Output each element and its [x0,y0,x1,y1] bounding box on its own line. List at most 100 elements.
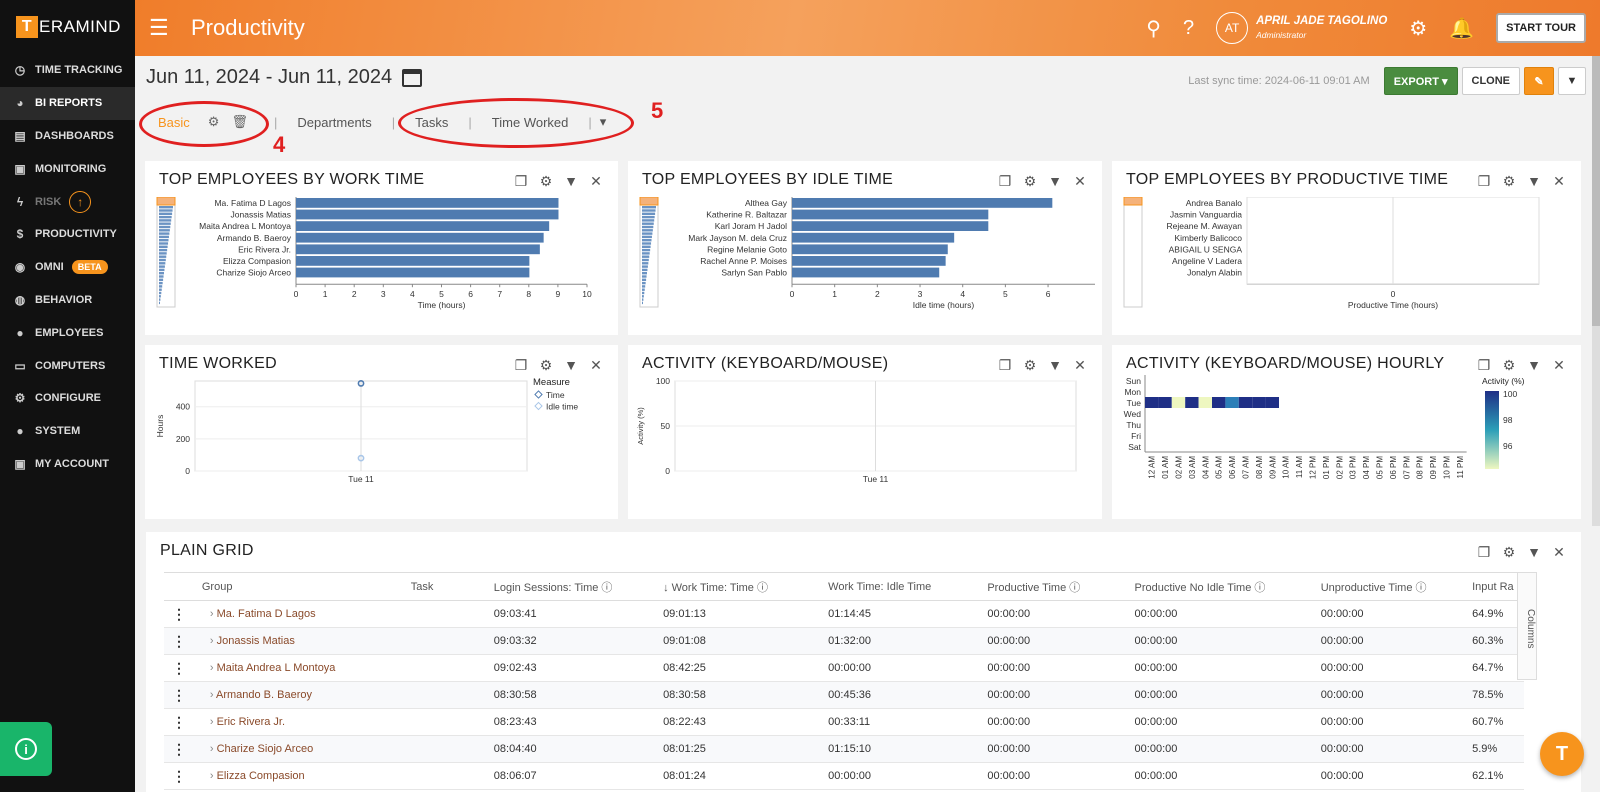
date-range[interactable]: Jun 11, 2024 - Jun 11, 2024 [146,66,423,89]
chart-scroller-handle[interactable] [156,197,176,206]
row-menu-kebab-icon[interactable]: ⋮ [172,741,186,757]
close-icon[interactable]: ✕ [588,173,604,190]
close-icon[interactable]: ✕ [1551,544,1567,561]
row-menu-kebab-icon[interactable]: ⋮ [172,768,186,784]
column-header[interactable]: Input Ra [1464,572,1524,601]
bar[interactable] [296,198,559,208]
sidebar-item-system[interactable]: ● SYSTEM [0,415,135,448]
copy-icon[interactable]: ❐ [1476,544,1492,561]
column-header[interactable]: Task [402,572,486,601]
sidebar-item-dashboards[interactable]: ▤ DASHBOARDS [0,120,135,153]
bar[interactable] [792,256,946,266]
help-circle-icon[interactable]: ⓘ [1066,582,1080,594]
hamburger-menu-icon[interactable]: ☰ [149,15,169,41]
sidebar-item-bi-reports[interactable]: ◕ BI REPORTS [0,86,135,120]
row-menu-kebab-icon[interactable]: ⋮ [172,606,186,622]
teramind-chat-button[interactable]: T [1540,732,1584,776]
bar[interactable] [296,244,540,255]
column-header[interactable]: Login Sessions: Time ⓘ [485,572,656,601]
page-scrollbar[interactable] [1592,56,1600,526]
sidebar-item-omni[interactable]: ◉ OMNI BETA [0,251,135,284]
copy-icon[interactable]: ❐ [513,357,529,374]
expand-chevron-icon[interactable]: › [210,743,217,755]
copy-icon[interactable]: ❐ [1476,173,1492,190]
calendar-icon[interactable] [402,68,423,87]
tab-departments[interactable]: Departments [297,115,371,130]
column-header[interactable]: Group [193,572,403,601]
sidebar-item-risk[interactable]: ϟ RISK ↑ [0,185,135,218]
bar[interactable] [296,267,530,278]
heatmap-cell[interactable] [1265,397,1279,408]
sidebar-item-time-tracking[interactable]: ◷ TIME TRACKING [0,54,135,87]
table-row[interactable]: ⋮ › Ma. Fatima D Lagos 09:03:41 09:01:13 01:… [164,600,1524,628]
help-icon[interactable]: ? [1183,17,1194,40]
start-tour-button[interactable]: START TOUR [1496,13,1586,43]
table-cell[interactable]: › Eric Rivera Jr. [193,708,403,736]
close-icon[interactable]: ✕ [588,357,604,374]
row-menu-kebab-icon[interactable]: ⋮ [172,633,186,649]
sidebar-item-behavior[interactable]: ◍ BEHAVIOR [0,284,135,317]
filter-icon[interactable]: ▼ [1047,173,1063,190]
column-header[interactable]: Unproductive Time ⓘ [1312,572,1465,601]
gear-icon[interactable]: ⚙ [1022,357,1038,374]
chart-scroller[interactable] [1123,197,1143,308]
sidebar-item-monitoring[interactable]: ▣ MONITORING [0,152,135,185]
bar[interactable] [296,256,530,266]
expand-chevron-icon[interactable]: › [210,770,217,782]
heatmap-cell[interactable] [1238,397,1253,408]
column-header[interactable]: Productive No Idle Time ⓘ [1126,572,1313,601]
filter-icon[interactable]: ▼ [1047,357,1063,374]
bar[interactable] [296,209,559,220]
filter-icon[interactable]: ▼ [563,173,579,190]
table-cell[interactable]: › Maita Andrea L Montoya [193,654,403,682]
expand-chevron-icon[interactable]: › [210,608,217,620]
sidebar-item-employees[interactable]: ● EMPLOYEES [0,316,135,349]
expand-chevron-icon[interactable]: › [210,662,217,674]
expand-chevron-icon[interactable]: › [210,716,217,728]
gear-icon[interactable]: ⚙ [538,173,554,190]
sidebar-item-productivity[interactable]: $ PRODUCTIVITY [0,218,135,251]
settings-gear-icon[interactable]: ⚙ [1409,16,1427,41]
table-row[interactable]: ⋮ › Maita Andrea L Montoya 09:02:43 08:42:2… [164,654,1524,682]
bar[interactable] [792,232,955,243]
sidebar-item-configure[interactable]: ⚙ CONFIGURE [0,382,135,415]
filter-icon[interactable]: ▼ [1526,544,1542,561]
close-icon[interactable]: ✕ [1551,173,1567,190]
row-menu[interactable]: ⋮ [164,627,194,655]
bell-icon[interactable]: 🔔 [1449,16,1474,41]
scrollbar-thumb[interactable] [1592,56,1600,326]
heatmap-cell[interactable] [1158,397,1172,408]
row-menu-kebab-icon[interactable]: ⋮ [172,687,186,703]
copy-icon[interactable]: ❐ [997,173,1013,190]
row-menu-kebab-icon[interactable]: ⋮ [172,660,186,676]
heatmap-cell[interactable] [1145,397,1159,408]
table-cell[interactable]: › Ma. Fatima D Lagos [193,600,403,628]
bar[interactable] [296,221,550,231]
row-menu[interactable]: ⋮ [164,762,194,790]
close-icon[interactable]: ✕ [1072,357,1088,374]
avatar[interactable]: AT [1216,12,1249,44]
table-row[interactable]: ⋮ › Elizza Compasion 08:06:07 08:01:24 00:00… [164,762,1524,790]
bar[interactable] [792,198,1053,208]
gear-icon[interactable]: ⚙ [1501,357,1517,374]
table-cell[interactable]: › Armando B. Baeroy [193,681,403,709]
heatmap-cell[interactable] [1185,397,1199,408]
row-menu-kebab-icon[interactable]: ⋮ [172,714,186,730]
heatmap-cell[interactable] [1212,397,1226,408]
row-menu[interactable]: ⋮ [164,654,194,682]
filter-icon[interactable]: ▼ [563,357,579,374]
help-circle-icon[interactable]: ⓘ [1251,582,1265,594]
help-circle-icon[interactable]: ⓘ [754,582,768,594]
table-row[interactable]: ⋮ › Armando B. Baeroy 08:30:58 08:30:58 00:4… [164,681,1524,709]
heatmap-cell[interactable] [1198,397,1212,408]
bar[interactable] [792,221,989,231]
copy-icon[interactable]: ❐ [1476,357,1492,374]
sidebar-item-my-account[interactable]: ▣ MY ACCOUNT [0,448,135,481]
filter-icon[interactable]: ▼ [1526,357,1542,374]
export-button[interactable]: EXPORT ▾ [1383,67,1458,95]
table-cell[interactable]: › Elizza Compasion [193,762,403,790]
heatmap-cell[interactable] [1252,397,1266,408]
info-button[interactable]: i [0,722,52,776]
help-circle-icon[interactable]: ⓘ [598,582,612,594]
row-menu[interactable]: ⋮ [164,600,194,628]
